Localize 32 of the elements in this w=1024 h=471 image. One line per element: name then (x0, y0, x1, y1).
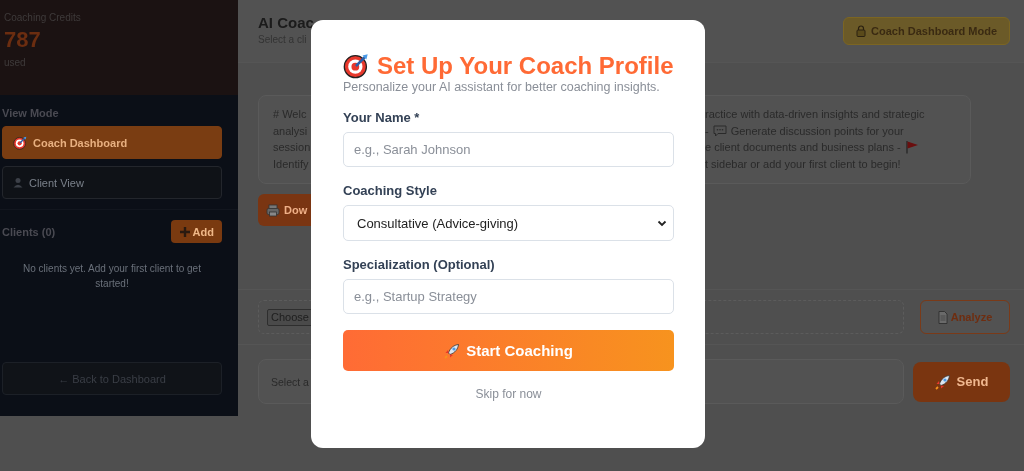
rocket-icon (444, 342, 461, 359)
text-field[interactable]: e.g., Startup Strategy (343, 279, 674, 314)
add-button[interactable]: Add (170, 220, 222, 243)
page-title: AI Coac (258, 13, 314, 31)
field-label: Specialization (Optional) (343, 257, 496, 272)
flag-icon (904, 140, 919, 155)
section-title: Clients (0) (2, 225, 56, 238)
welcome-text: - (705, 123, 709, 139)
text-field[interactable]: e.g., Sarah Johnson (343, 132, 674, 167)
person-icon (13, 177, 23, 188)
send-button[interactable]: Send (913, 361, 1010, 402)
target-icon (343, 53, 369, 79)
target-icon (13, 135, 27, 150)
printer-icon (266, 203, 280, 217)
view-mode-button[interactable]: Client View (2, 166, 222, 199)
document-icon (937, 310, 948, 324)
credits-value: 787 (4, 27, 42, 53)
field-label: Your Name * (343, 110, 421, 125)
empty-message: No clients yet. Add your first client to get started! (22, 262, 202, 291)
dialog-subtitle: Personalize your AI assistant for better coaching insights. (343, 80, 661, 94)
style-select[interactable]: Consultative (Advice-giving) (343, 205, 674, 241)
start-button[interactable]: Start Coaching (343, 330, 674, 371)
dialog-title: Set Up Your Coach Profile (343, 52, 674, 80)
skip-link[interactable]: Skip for now (475, 387, 542, 401)
field-label: Coaching Style (343, 183, 438, 198)
rocket-icon (934, 373, 951, 390)
chevron-icon (657, 219, 667, 227)
plus-icon (178, 225, 191, 238)
lock-icon (856, 25, 867, 37)
view-mode-button[interactable]: Coach Dashboard (2, 126, 222, 159)
chat-icon (712, 124, 727, 137)
section-title: View Mode (2, 107, 60, 119)
